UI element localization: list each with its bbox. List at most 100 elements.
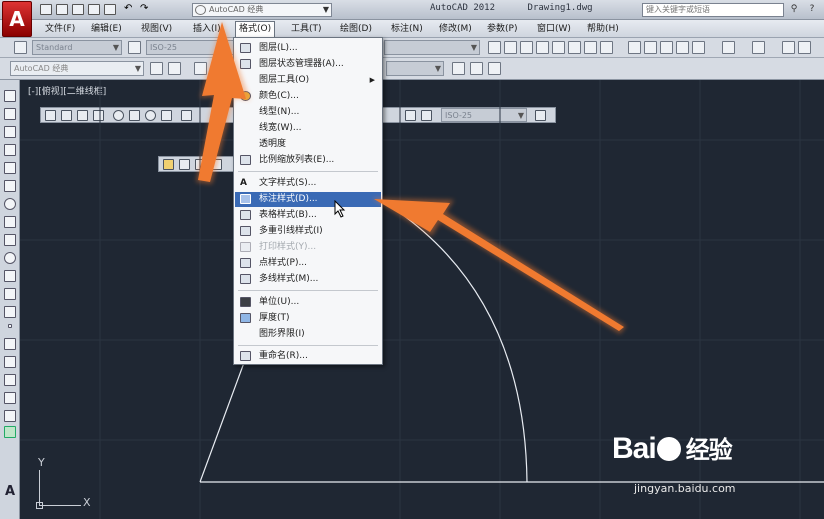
ucs-x-label: X bbox=[83, 496, 91, 509]
menu-item-limits[interactable]: 图形界限(I) bbox=[235, 327, 381, 342]
arc-icon[interactable] bbox=[4, 180, 16, 192]
menu-item-mleader-style[interactable]: 多重引线样式(I) bbox=[235, 224, 381, 239]
menu-parametric[interactable]: 参数(P) bbox=[484, 21, 520, 37]
menu-item-layer-state[interactable]: 图层状态管理器(A)... bbox=[235, 57, 381, 72]
point-icon[interactable] bbox=[8, 324, 12, 328]
text-style-combo[interactable]: Standard ▼ bbox=[32, 40, 122, 55]
menu-item-label: 表格样式(B)... bbox=[259, 210, 317, 220]
menu-item-color[interactable]: 颜色(C)... bbox=[235, 89, 381, 104]
menu-dimension[interactable]: 标注(N) bbox=[388, 21, 426, 37]
left-edge-line[interactable] bbox=[199, 359, 246, 483]
menu-tools[interactable]: 工具(T) bbox=[288, 21, 325, 37]
pan-hand-icon[interactable] bbox=[782, 41, 795, 54]
open-icon[interactable] bbox=[56, 4, 68, 15]
text-style-icon[interactable] bbox=[14, 41, 27, 54]
workspace-combo[interactable]: AutoCAD 经典 ▼ bbox=[192, 3, 332, 17]
plot-icon[interactable] bbox=[104, 4, 116, 15]
redo-icon[interactable] bbox=[752, 41, 765, 54]
spline-icon[interactable] bbox=[4, 234, 16, 246]
redo-icon[interactable]: ↷ bbox=[140, 4, 152, 15]
layer-properties-icon[interactable] bbox=[168, 62, 181, 75]
menu-draw[interactable]: 绘图(D) bbox=[337, 21, 375, 37]
menu-item-layer[interactable]: 图层(L)... bbox=[235, 41, 381, 56]
undo-icon[interactable]: ↶ bbox=[124, 4, 136, 15]
help-icon[interactable]: ? bbox=[806, 4, 818, 15]
menu-insert[interactable]: 插入(I) bbox=[190, 21, 224, 37]
ellipse-icon[interactable] bbox=[4, 252, 16, 264]
layer-state-icon[interactable] bbox=[488, 62, 501, 75]
new-icon[interactable] bbox=[40, 4, 52, 15]
autocad-logo[interactable]: A bbox=[2, 1, 32, 37]
mtext-icon[interactable] bbox=[4, 410, 16, 422]
region-icon[interactable] bbox=[4, 374, 16, 386]
plot-preview-icon[interactable] bbox=[552, 41, 565, 54]
table-icon[interactable] bbox=[4, 392, 16, 404]
polyline-icon[interactable] bbox=[4, 126, 16, 138]
add-selected-icon[interactable] bbox=[4, 426, 16, 438]
insert-block-icon[interactable] bbox=[4, 288, 16, 300]
ellipse-arc-icon[interactable] bbox=[4, 270, 16, 282]
menu-item-thickness[interactable]: 厚度(T) bbox=[235, 311, 381, 326]
zoom-realtime-icon[interactable] bbox=[798, 41, 811, 54]
revision-cloud-icon[interactable] bbox=[4, 216, 16, 228]
workspace-select[interactable]: AutoCAD 经典 ▼ bbox=[10, 61, 144, 76]
table-style-combo[interactable]: ▼ bbox=[384, 40, 480, 55]
menu-item-scale-list[interactable]: 比例缩放列表(E)... bbox=[235, 153, 381, 168]
layer-combo[interactable]: ▼ bbox=[386, 61, 444, 76]
gradient-icon[interactable] bbox=[4, 356, 16, 368]
menu-item-dim-style[interactable]: 标注样式(D)... bbox=[235, 192, 381, 207]
search-input[interactable]: 键入关键字或短语 bbox=[642, 3, 784, 17]
autocad-window: ↶ ↷ AutoCAD 经典 ▼ AutoCAD 2012 Drawing1.d… bbox=[0, 0, 824, 519]
layer-icon[interactable] bbox=[194, 62, 207, 75]
save-icon[interactable] bbox=[72, 4, 84, 15]
menu-file[interactable]: 文件(F) bbox=[42, 21, 78, 37]
save-as-icon[interactable] bbox=[88, 4, 100, 15]
block-editor-icon[interactable] bbox=[692, 41, 705, 54]
circle-icon[interactable] bbox=[4, 198, 16, 210]
binoculars-icon[interactable]: ⚲ bbox=[788, 4, 800, 15]
menu-window[interactable]: 窗口(W) bbox=[534, 21, 574, 37]
polygon-icon[interactable] bbox=[4, 144, 16, 156]
save-icon[interactable] bbox=[520, 41, 533, 54]
open-icon[interactable] bbox=[504, 41, 517, 54]
menu-item-point-style[interactable]: 点样式(P)... bbox=[235, 256, 381, 271]
menu-item-table-style[interactable]: 表格样式(B)... bbox=[235, 208, 381, 223]
ucs-y-axis bbox=[39, 470, 40, 506]
publish-icon[interactable] bbox=[568, 41, 581, 54]
menu-help[interactable]: 帮助(H) bbox=[584, 21, 622, 37]
undo-icon[interactable] bbox=[722, 41, 735, 54]
multiline-text-icon[interactable]: A bbox=[5, 484, 15, 499]
make-block-icon[interactable] bbox=[4, 306, 16, 318]
menu-item-layer-tools[interactable]: 图层工具(O) ▶ bbox=[235, 73, 381, 88]
line-icon[interactable] bbox=[4, 90, 16, 102]
menu-item-units[interactable]: 单位(U)... bbox=[235, 295, 381, 310]
menu-view[interactable]: 视图(V) bbox=[138, 21, 175, 37]
menu-modify[interactable]: 修改(M) bbox=[436, 21, 475, 37]
copy-icon[interactable] bbox=[644, 41, 657, 54]
menu-item-mline-style[interactable]: 多线样式(M)... bbox=[235, 272, 381, 287]
menu-format[interactable]: 格式(O) bbox=[235, 21, 276, 37]
menu-edit[interactable]: 编辑(E) bbox=[88, 21, 125, 37]
dim-style-combo[interactable]: ISO-25 bbox=[146, 40, 234, 55]
menu-item-transparency[interactable]: 透明度 bbox=[235, 137, 381, 152]
arc-curve[interactable] bbox=[395, 209, 528, 483]
layer-previous-icon[interactable] bbox=[470, 62, 483, 75]
hatch-icon[interactable] bbox=[4, 338, 16, 350]
rectangle-icon[interactable] bbox=[4, 162, 16, 174]
construction-line-icon[interactable] bbox=[4, 108, 16, 120]
cut-icon[interactable] bbox=[600, 41, 613, 54]
new-icon[interactable] bbox=[488, 41, 501, 54]
menu-item-linetype[interactable]: 线型(N)... bbox=[235, 105, 381, 120]
menu-item-label: 线宽(W)... bbox=[259, 123, 302, 133]
scissors-icon[interactable] bbox=[628, 41, 641, 54]
match-properties-icon[interactable] bbox=[676, 41, 689, 54]
dim-style-icon[interactable] bbox=[128, 41, 141, 54]
make-current-icon[interactable] bbox=[452, 62, 465, 75]
3d-dwf-icon[interactable] bbox=[584, 41, 597, 54]
plot-icon[interactable] bbox=[536, 41, 549, 54]
paste-icon[interactable] bbox=[660, 41, 673, 54]
menu-item-rename[interactable]: 重命名(R)... bbox=[235, 349, 381, 364]
menu-item-text-style[interactable]: A 文字样式(S)... bbox=[235, 176, 381, 191]
gear-icon[interactable] bbox=[150, 62, 163, 75]
menu-item-lineweight[interactable]: 线宽(W)... bbox=[235, 121, 381, 136]
